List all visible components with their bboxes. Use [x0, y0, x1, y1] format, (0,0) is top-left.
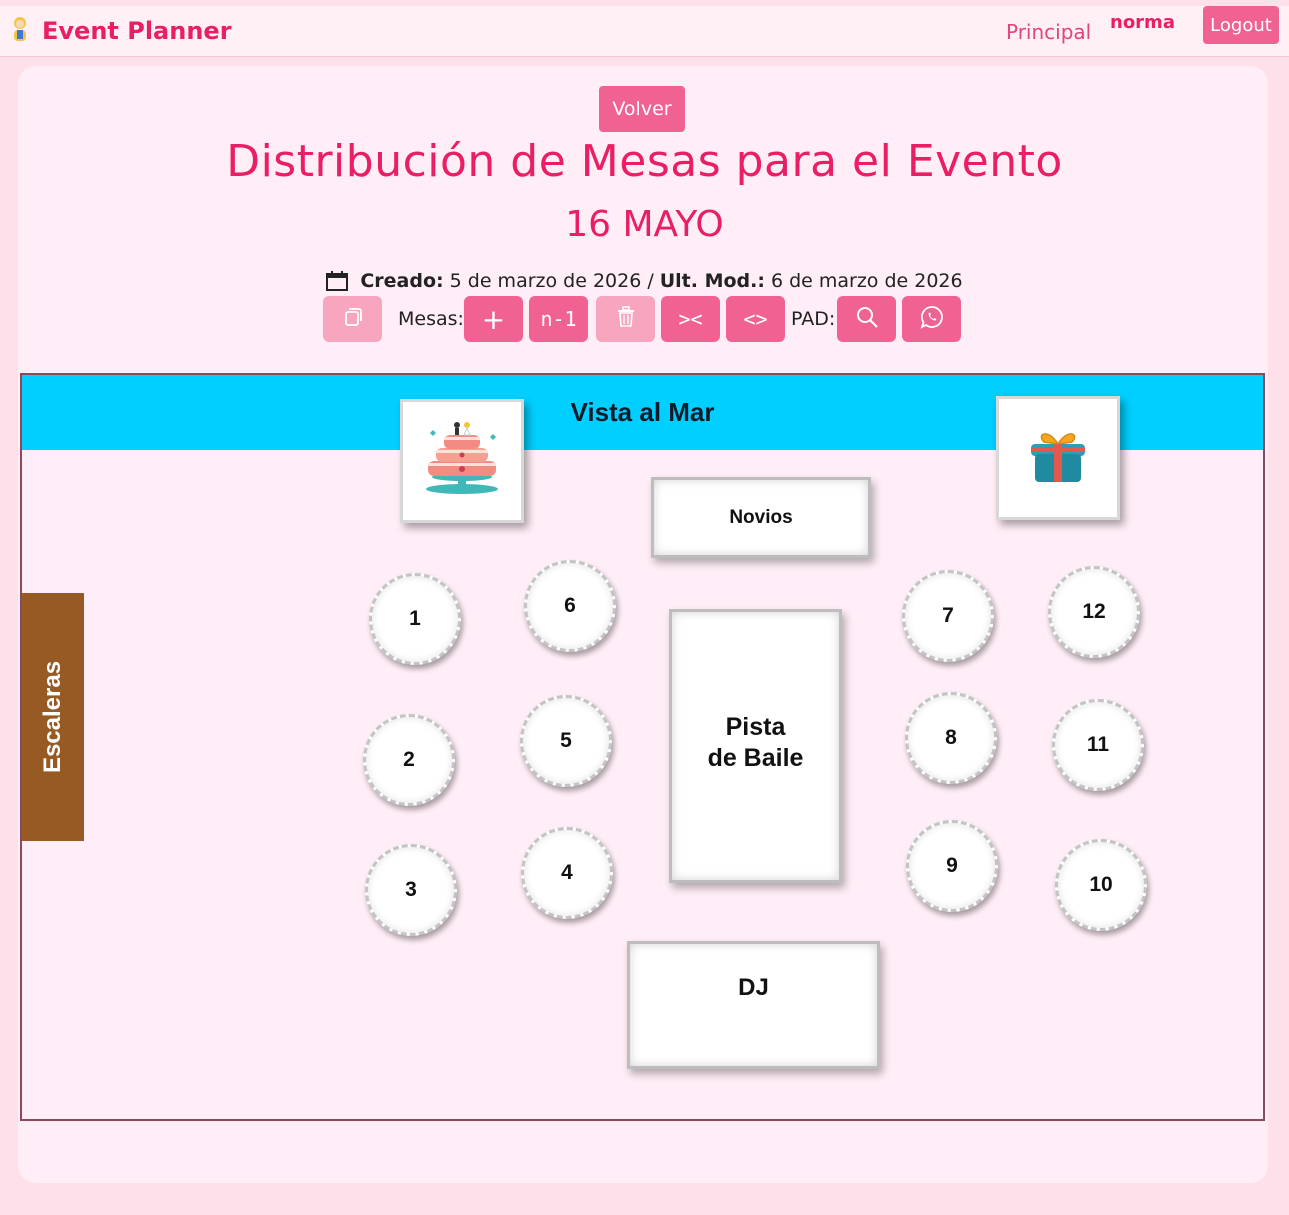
- search-button[interactable]: [837, 296, 896, 342]
- calendar-icon: [326, 271, 349, 291]
- brand[interactable]: Event Planner: [8, 16, 232, 46]
- user-name: norma: [1110, 12, 1175, 33]
- search-icon: [855, 305, 879, 334]
- gift-icon: [1026, 424, 1090, 493]
- table-2[interactable]: 2: [363, 714, 455, 806]
- table-8[interactable]: 8: [905, 692, 997, 784]
- table-1[interactable]: 1: [369, 573, 461, 665]
- delete-button[interactable]: [596, 296, 655, 342]
- created-label: Creado:: [360, 270, 444, 292]
- table-5[interactable]: 5: [520, 695, 612, 787]
- whatsapp-button[interactable]: [902, 296, 961, 342]
- trash-icon: [616, 305, 636, 333]
- dance-floor-label-line1: Pista: [725, 713, 786, 741]
- table-3[interactable]: 3: [365, 844, 457, 936]
- plus-icon: +: [481, 302, 506, 336]
- pad-label: PAD:: [791, 308, 836, 330]
- table-12[interactable]: 12: [1048, 566, 1140, 658]
- event-name: 16 MAYO: [565, 204, 724, 245]
- stairs-area[interactable]: Escaleras: [22, 593, 84, 841]
- modified-value: 6 de marzo de 2026: [770, 270, 963, 292]
- page-title: Distribución de Mesas para el Evento: [226, 136, 1063, 187]
- created-value: 5 de marzo de 2026: [449, 270, 642, 292]
- mesas-label: Mesas:: [398, 308, 464, 330]
- whatsapp-icon: [919, 305, 944, 334]
- dance-floor-label-line2: de Baile: [707, 744, 804, 772]
- table-4[interactable]: 4: [521, 827, 613, 919]
- nav-principal-link[interactable]: Principal: [1006, 20, 1091, 44]
- back-button[interactable]: Volver: [599, 86, 685, 132]
- toolbar: Mesas: + n-1 >< <> PAD:: [0, 296, 1289, 342]
- dance-floor[interactable]: Pista de Baile: [669, 609, 842, 883]
- add-table-button[interactable]: +: [464, 296, 523, 342]
- table-7[interactable]: 7: [902, 570, 994, 662]
- copy-icon: [342, 306, 364, 333]
- dj-label: DJ: [738, 974, 769, 1001]
- gifts-box[interactable]: [996, 396, 1120, 520]
- shrink-button[interactable]: ><: [661, 296, 720, 342]
- expand-button[interactable]: <>: [726, 296, 785, 342]
- floor-plan: Vista al Mar Escaleras Novios Pista de B…: [20, 373, 1265, 1121]
- novios-table[interactable]: Novios: [651, 477, 871, 558]
- novios-label: Novios: [729, 507, 793, 528]
- person-icon: [8, 15, 32, 48]
- table-9[interactable]: 9: [906, 820, 998, 912]
- logout-button[interactable]: Logout: [1203, 6, 1279, 44]
- meta-separator: /: [647, 270, 654, 292]
- dj-booth[interactable]: DJ: [627, 941, 880, 1069]
- stairs-label: Escaleras: [39, 660, 66, 774]
- remove-last-table-button[interactable]: n-1: [529, 296, 588, 342]
- brand-title: Event Planner: [42, 17, 232, 45]
- table-10[interactable]: 10: [1055, 839, 1147, 931]
- cake-box[interactable]: [400, 399, 524, 523]
- copy-button[interactable]: [323, 296, 382, 342]
- table-11[interactable]: 11: [1052, 699, 1144, 791]
- wedding-cake-icon: [416, 413, 508, 510]
- modified-label: Ult. Mod.:: [659, 270, 765, 292]
- top-navbar: Event Planner Principal norma Logout: [0, 6, 1289, 57]
- event-meta: Creado: 5 de marzo de 2026 / Ult. Mod.: …: [0, 270, 1289, 292]
- table-6[interactable]: 6: [524, 560, 616, 652]
